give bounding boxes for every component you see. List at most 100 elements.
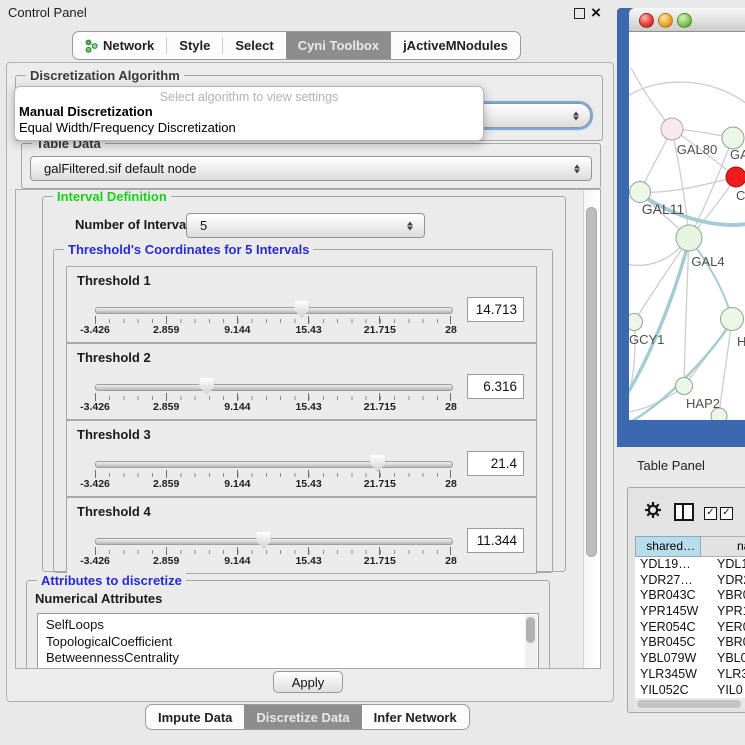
column-header-name[interactable]: na (701, 536, 745, 557)
list-item[interactable]: TopologicalCoefficient (38, 634, 538, 651)
list-item[interactable]: SelfLoops (38, 614, 538, 634)
table-row[interactable]: YER054CYER0 (635, 620, 745, 636)
threshold-value-input[interactable] (467, 297, 524, 322)
table-data-group: Table Data galFiltered.sif default node (21, 143, 601, 189)
table-body: YDL19…YDL1 YDR27…YDR2 YBR043CYBR0 YPR145… (635, 557, 745, 698)
node-label: GAL80 (677, 142, 717, 157)
close-icon[interactable]: × (591, 1, 601, 25)
float-window-icon[interactable] (574, 8, 585, 19)
threshold-row: Threshold 2 -3.426 2.859 9.144 15.43 21.… (66, 343, 537, 420)
column-header-shared-name[interactable]: shared… (635, 536, 701, 557)
checkbox-icon[interactable]: ✓ (704, 507, 717, 520)
network-node[interactable] (629, 314, 643, 331)
threshold-row: Threshold 3 -3.426 2.859 9.144 15.43 21.… (66, 420, 537, 497)
attributes-group-label: Attributes to discretize (37, 573, 186, 588)
slider-tick-labels: -3.426 2.859 9.144 15.43 21.715 28 (95, 401, 451, 414)
thresholds-group: Threshold's Coordinates for 5 Intervals … (53, 249, 553, 573)
node-label: GAL11 (642, 201, 685, 217)
threshold-value-input[interactable] (467, 374, 524, 399)
tab-discretize-data[interactable]: Discretize Data (244, 705, 361, 729)
network-node[interactable] (722, 127, 744, 149)
node-label: C (736, 188, 745, 203)
table-row[interactable]: YIL052CYIL0 (635, 683, 745, 699)
node-label: H (737, 334, 745, 349)
network-node[interactable] (676, 225, 702, 251)
network-canvas[interactable]: GAL80 GA C GAL11 GAL4 GCY1 H HAP2 (629, 32, 745, 420)
tab-network[interactable]: Network (73, 32, 166, 59)
horizontal-scrollbar[interactable] (635, 698, 745, 709)
combo-stepper-icon (406, 218, 415, 233)
slider-tick-labels: -3.426 2.859 9.144 15.43 21.715 28 (95, 324, 451, 337)
tab-impute-data[interactable]: Impute Data (146, 705, 244, 729)
popup-hint: Select algorithm to view settings (15, 87, 483, 104)
number-of-intervals-combobox[interactable]: 5 (186, 213, 425, 238)
minimize-traffic-light-icon[interactable] (658, 13, 673, 28)
threshold-value-input[interactable] (467, 528, 524, 553)
threshold-row: Threshold 4 -3.426 2.859 9.144 15.43 21.… (66, 497, 537, 574)
threshold-slider[interactable] (95, 461, 453, 468)
numerical-attributes-label: Numerical Attributes (35, 591, 162, 606)
table-data-value: galFiltered.sif default node (44, 157, 196, 180)
close-traffic-light-icon[interactable] (639, 13, 654, 28)
table-panel: ✓ ✓ shared… na YDL19…YDL1 YDR27…YDR2 YBR… (627, 487, 745, 713)
node-table: shared… na YDL19…YDL1 YDR27…YDR2 YBR043C… (635, 536, 745, 709)
table-row[interactable]: YDL19…YDL1 (635, 557, 745, 573)
table-panel-header: Table Panel (617, 450, 745, 482)
table-row[interactable]: YDR27…YDR2 (635, 573, 745, 589)
tab-cyni-toolbox[interactable]: Cyni Toolbox (286, 32, 391, 59)
discretization-algorithm-label: Discretization Algorithm (26, 68, 184, 83)
network-node[interactable] (721, 308, 744, 331)
table-row[interactable]: YPR145WYPR1 (635, 604, 745, 620)
interval-definition-group: Interval Definition Number of Intervals … (42, 196, 566, 572)
table-row[interactable]: YBL079WYBL0 (635, 651, 745, 667)
tab-jactivemnodules[interactable]: jActiveMNodules (391, 32, 520, 59)
zoom-traffic-light-icon[interactable] (677, 13, 692, 28)
slider-ticks (95, 393, 451, 401)
threshold-label: Threshold 1 (77, 273, 151, 288)
popup-option-manual[interactable]: Manual Discretization (15, 104, 483, 120)
horizontal-scrollbar-thumb[interactable] (637, 700, 741, 708)
tab-style[interactable]: Style (167, 32, 222, 59)
threshold-slider[interactable] (95, 307, 453, 314)
gear-icon[interactable] (644, 501, 662, 519)
apply-button[interactable]: Apply (273, 671, 343, 693)
network-node[interactable] (661, 118, 683, 140)
slider-ticks (95, 316, 451, 324)
number-of-intervals-label: Number of Intervals (75, 217, 197, 232)
threshold-slider[interactable] (95, 384, 453, 391)
vertical-scrollbar[interactable] (583, 190, 600, 668)
node-label: GAL4 (691, 254, 724, 269)
list-scrollbar-thumb[interactable] (526, 617, 535, 643)
thresholds-group-label: Threshold's Coordinates for 5 Intervals (64, 242, 313, 257)
network-node-selected[interactable] (726, 167, 745, 187)
split-columns-icon[interactable] (674, 503, 694, 521)
number-of-intervals-value: 5 (200, 214, 207, 237)
tab-select[interactable]: Select (223, 32, 285, 59)
table-row[interactable]: YBR045CYBR0 (635, 635, 745, 651)
slider-tick-labels: -3.426 2.859 9.144 15.43 21.715 28 (95, 478, 451, 491)
list-item[interactable]: BetweennessCentrality (38, 650, 538, 667)
network-node[interactable] (676, 378, 693, 395)
popup-option-equal-width[interactable]: Equal Width/Frequency Discretization (15, 120, 483, 136)
combo-stepper-icon (573, 161, 582, 176)
slider-tick-labels: -3.426 2.859 9.144 15.43 21.715 28 (95, 555, 451, 568)
table-header-row: shared… na (635, 536, 745, 557)
threshold-slider[interactable] (95, 538, 453, 545)
network-node[interactable] (630, 182, 651, 203)
control-panel-title: Control Panel (8, 5, 87, 20)
node-label: HAP2 (686, 396, 720, 411)
slider-ticks (95, 547, 451, 555)
network-window-frame: GAL80 GA C GAL11 GAL4 GCY1 H HAP2 (617, 8, 745, 447)
tab-infer-network[interactable]: Infer Network (362, 705, 469, 729)
list-scrollbar[interactable] (525, 615, 537, 669)
vertical-scrollbar-thumb[interactable] (586, 207, 597, 557)
threshold-label: Threshold 3 (77, 427, 151, 442)
network-window-titlebar[interactable] (629, 8, 745, 32)
checkbox-icon[interactable]: ✓ (720, 507, 733, 520)
table-row[interactable]: YLR345WYLR3 (635, 667, 745, 683)
threshold-value-input[interactable] (467, 451, 524, 476)
control-panel-titlebar: Control Panel × (0, 0, 617, 26)
table-row[interactable]: YBR043CYBR0 (635, 588, 745, 604)
table-data-combobox[interactable]: galFiltered.sif default node (30, 156, 592, 181)
tab-network-label: Network (103, 38, 154, 53)
